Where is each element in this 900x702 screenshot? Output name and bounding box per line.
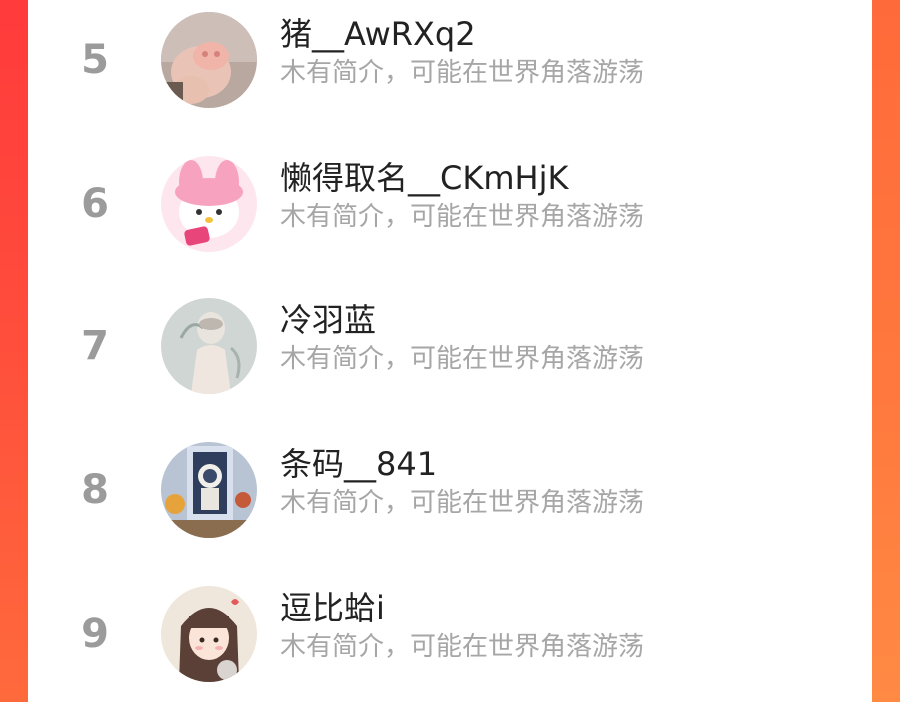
user-avatar[interactable] <box>161 586 257 682</box>
ranking-list-item[interactable]: 8 条码__841 木有简介，可能在世界角落游荡 <box>28 442 872 550</box>
rank-number: 8 <box>81 467 109 513</box>
user-name[interactable]: 懒得取名__CKmHjK <box>280 158 568 198</box>
pig-toy-photo-icon <box>161 12 257 108</box>
user-bio: 木有简介，可能在世界角落游荡 <box>280 344 645 374</box>
rank-number: 9 <box>81 611 109 657</box>
astronaut-figure-icon <box>161 442 257 538</box>
user-avatar[interactable] <box>161 12 257 108</box>
ranking-list-item[interactable]: 5 猪__AwRXq2 木有简介，可能在世界角落游荡 <box>28 12 872 120</box>
background-gradient-right <box>872 0 900 702</box>
user-avatar[interactable] <box>161 156 257 252</box>
user-bio: 木有简介，可能在世界角落游荡 <box>280 58 645 88</box>
rank-number: 5 <box>81 37 109 83</box>
user-name[interactable]: 猪__AwRXq2 <box>280 14 476 54</box>
rank-number: 6 <box>81 181 109 227</box>
cartoon-girl-icon <box>161 586 257 682</box>
pale-portrait-icon <box>161 298 257 394</box>
user-avatar[interactable] <box>161 298 257 394</box>
user-bio: 木有简介，可能在世界角落游荡 <box>280 202 645 232</box>
user-name[interactable]: 逗比蛤i <box>280 588 385 628</box>
user-name[interactable]: 冷羽蓝 <box>280 300 376 340</box>
ranking-list-item[interactable]: 7 冷羽蓝 木有简介，可能在世界角落游荡 <box>28 298 872 406</box>
rank-number: 7 <box>81 323 109 369</box>
ranking-list-item[interactable]: 9 逗比蛤i 木有简介，可能在世界角落游荡 <box>28 586 872 694</box>
ranking-list-item[interactable]: 6 懒得取名__CKmHjK 木有简介，可能在世界角落游荡 <box>28 156 872 264</box>
user-bio: 木有简介，可能在世界角落游荡 <box>280 632 645 662</box>
user-avatar[interactable] <box>161 442 257 538</box>
ranking-card: 5 猪__AwRXq2 木有简介，可能在世界角落游荡 6 懒得取名__CKmHj… <box>28 0 872 702</box>
user-bio: 木有简介，可能在世界角落游荡 <box>280 488 645 518</box>
pink-bunny-cartoon-icon <box>161 156 257 252</box>
user-name[interactable]: 条码__841 <box>280 444 437 484</box>
